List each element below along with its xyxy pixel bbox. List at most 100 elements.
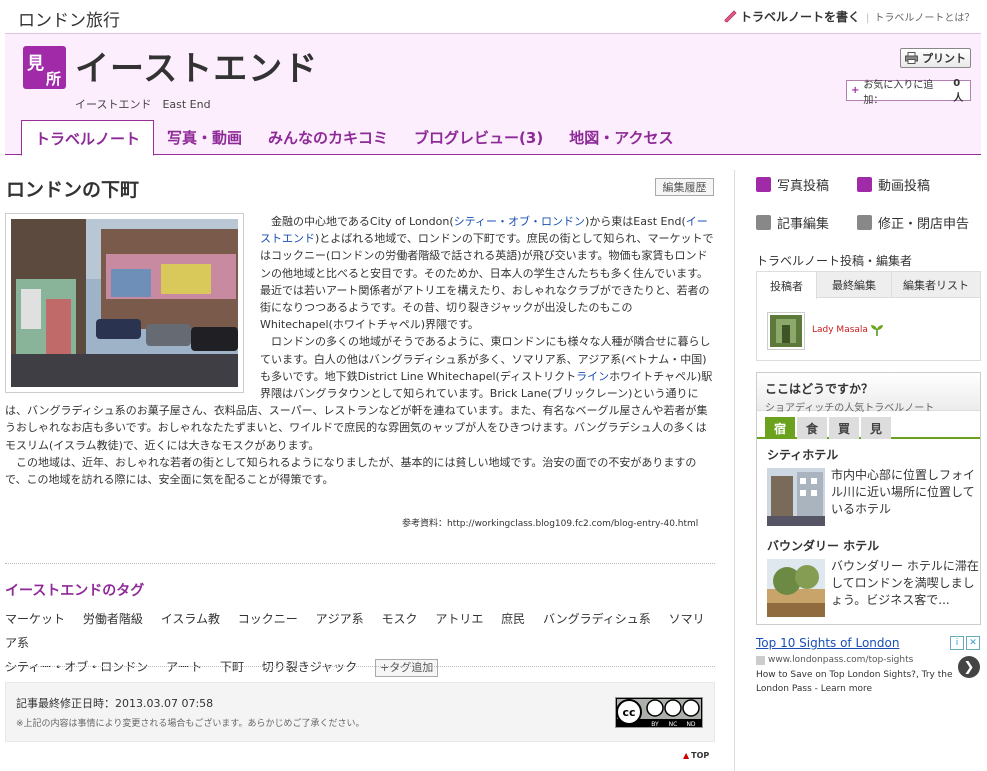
hotel-name[interactable]: バウンダリー ホテル [767,537,879,554]
back-to-top-link[interactable]: ▲ TOP [683,751,709,760]
sidebar-divider [734,170,735,771]
tag-list: マーケット 労働者階級 イスラム教 コックニー アジア系 モスク アトリエ 庶民… [5,607,715,679]
article-heading: ロンドンの下町 [6,179,140,201]
edit-icon [756,215,771,230]
hotel-description: バウンダリー ホテルに滞在してロンドンを満喫しましょう。ビジネス客で... [831,559,979,607]
tag-item[interactable]: バングラディシュ系 [543,612,651,626]
video-icon [857,177,872,192]
site-title[interactable]: ロンドン旅行 [18,6,120,31]
editors-title: トラベルノート投稿・編集者 [756,254,913,268]
tag-item[interactable]: シティー・オブ・ロンドン [5,660,148,674]
street-photo [11,219,238,387]
correction-label: 修正・閉店申告 [878,217,970,232]
cc-nc-label: NC [669,721,678,728]
correction-link[interactable]: 修正・閉店申告 [857,213,969,232]
tag-item[interactable]: イスラム教 [161,612,220,626]
article-photo[interactable] [5,213,244,393]
advertisement[interactable]: Top 10 Sights of London i ✕ www.londonpa… [756,636,981,706]
tab-see[interactable]: 見 [861,417,891,439]
add-tag-button[interactable]: +タグ追加 [375,659,439,677]
hotel-item[interactable]: シティホテル 市内中心部に位置しフォイル川に近い場所に位置しているホテル [767,446,975,526]
tag-item[interactable]: 労働者階級 [83,612,143,626]
tab-eat[interactable]: 食 [797,417,827,439]
video-post-link[interactable]: 動画投稿 [857,175,930,194]
hotel-name[interactable]: シティホテル [767,446,838,463]
last-modified-date: 記事最終修正日時：2013.03.07 07:58 [16,697,214,710]
tag-item[interactable]: アジア系 [316,612,364,626]
tag-item[interactable]: モスク [381,612,417,626]
divider [5,563,715,564]
tag-item[interactable]: アート [166,660,202,674]
tag-item[interactable]: コックニー [238,612,298,626]
creative-commons-icon[interactable]: cc BY NC ND [615,697,703,728]
write-note-label: トラベルノートを書く [740,10,861,24]
tab-comments[interactable]: みんなのカキコミ [255,120,401,155]
tag-item[interactable]: 切り裂きジャック [262,660,357,674]
line-link[interactable]: ライン [576,370,609,383]
editor-name-link[interactable]: Lady Masala [812,325,868,335]
fav-count: 0人 [953,77,964,104]
ad-url-text: www.londonpass.com/top-sights [768,655,914,665]
city-of-london-link[interactable]: シティー・オブ・ロンドン [454,215,585,228]
top-bar: ロンドン旅行 トラベルノートを書く トラベルノートとは？ [0,0,987,33]
ad-title-link[interactable]: Top 10 Sights of London [756,636,981,650]
photo-post-link[interactable]: 写真投稿 [756,175,829,194]
edit-history-button[interactable]: 編集履歴 [655,178,714,196]
ad-url: www.londonpass.com/top-sights [756,655,981,665]
recommendation-panel: ここはどうですか？ ショアディッチの人気トラベルノート 宿 食 買 見 シティホ… [756,372,981,625]
hotel-item[interactable]: バウンダリー ホテル バウンダリー ホテルに滞在してロンドンを満喫しましょう。ビ… [767,537,979,617]
tab-shop[interactable]: 買 [829,417,859,439]
tab-poster[interactable]: 投稿者 [757,272,817,299]
tab-blog-reviews[interactable]: ブログレビュー(3) [401,120,556,155]
tab-editor-list[interactable]: 編集者リスト [892,272,980,297]
cc-nd-label: ND [686,721,695,728]
article-edit-link[interactable]: 記事編集 [756,213,829,232]
tag-item[interactable]: アトリエ [435,612,483,626]
print-label: プリント [922,52,966,65]
avatar[interactable] [767,312,805,350]
category-badge: 見 所 [23,46,66,89]
hotel-thumbnail[interactable] [767,559,825,617]
ad-description: How to Save on Top London Sights?, Try t… [756,670,953,694]
hotel-description: 市内中心部に位置しフォイル川に近い場所に位置しているホテル [831,468,976,516]
tab-travel-note[interactable]: トラベルノート [21,120,155,156]
info-icon[interactable]: i [950,636,964,650]
tab-map-access[interactable]: 地図・アクセス [556,120,686,155]
text-span: 金融の中心地であるCity of London( [271,215,454,228]
tag-item[interactable]: 庶民 [501,612,525,626]
hotel-thumbnail[interactable] [767,468,825,526]
print-button[interactable]: プリント [900,48,971,68]
camera-icon [756,177,771,192]
page-subtitle: イーストエンド East End [75,98,211,111]
tags-heading: イーストエンドのタグ [5,583,145,599]
tag-item[interactable]: マーケット [5,612,65,626]
source-reference: 参考資料：http://workingclass.blog109.fc2.com… [402,519,699,529]
mail-icon [857,215,872,230]
page-title: イーストエンド [75,49,319,89]
recommendation-title: ここはどうですか？ [765,382,874,396]
pencil-icon [724,10,737,23]
close-icon[interactable]: ✕ [966,636,980,650]
printer-icon [905,52,918,64]
what-is-link[interactable]: トラベルノートとは？ [866,9,974,24]
add-tag-label: タグ追加 [389,661,434,674]
cc-by-label: BY [651,721,659,728]
spot-header: 見 所 イーストエンド イーストエンド East End プリント + お気に入… [5,33,981,156]
fav-label: お気に入りに追加： [863,79,934,106]
svg-text:cc: cc [622,706,635,719]
tab-photos-videos[interactable]: 写真・動画 [154,120,255,155]
article-paragraph-3: この地域は、近年、おしゃれな若者の街として知られるようになりましたが、基本的には… [5,455,697,487]
badge-char-1: 見 [27,54,44,74]
up-triangle-icon: ▲ [683,751,690,760]
chevron-right-icon[interactable]: ❯ [958,656,980,678]
write-note-link[interactable]: トラベルノートを書く [724,8,860,25]
top-label: TOP [691,751,710,760]
tab-last-edit[interactable]: 最終編集 [817,272,892,297]
badge-char-2: 所 [46,70,62,88]
text-span: )から東はEast End( [585,215,686,228]
tab-stay[interactable]: 宿 [765,417,795,439]
tag-item[interactable]: 下町 [220,660,244,674]
plus-icon: + [851,85,860,96]
sprout-icon [871,325,883,336]
add-favorite-button[interactable]: + お気に入りに追加： 0人 [846,77,971,106]
